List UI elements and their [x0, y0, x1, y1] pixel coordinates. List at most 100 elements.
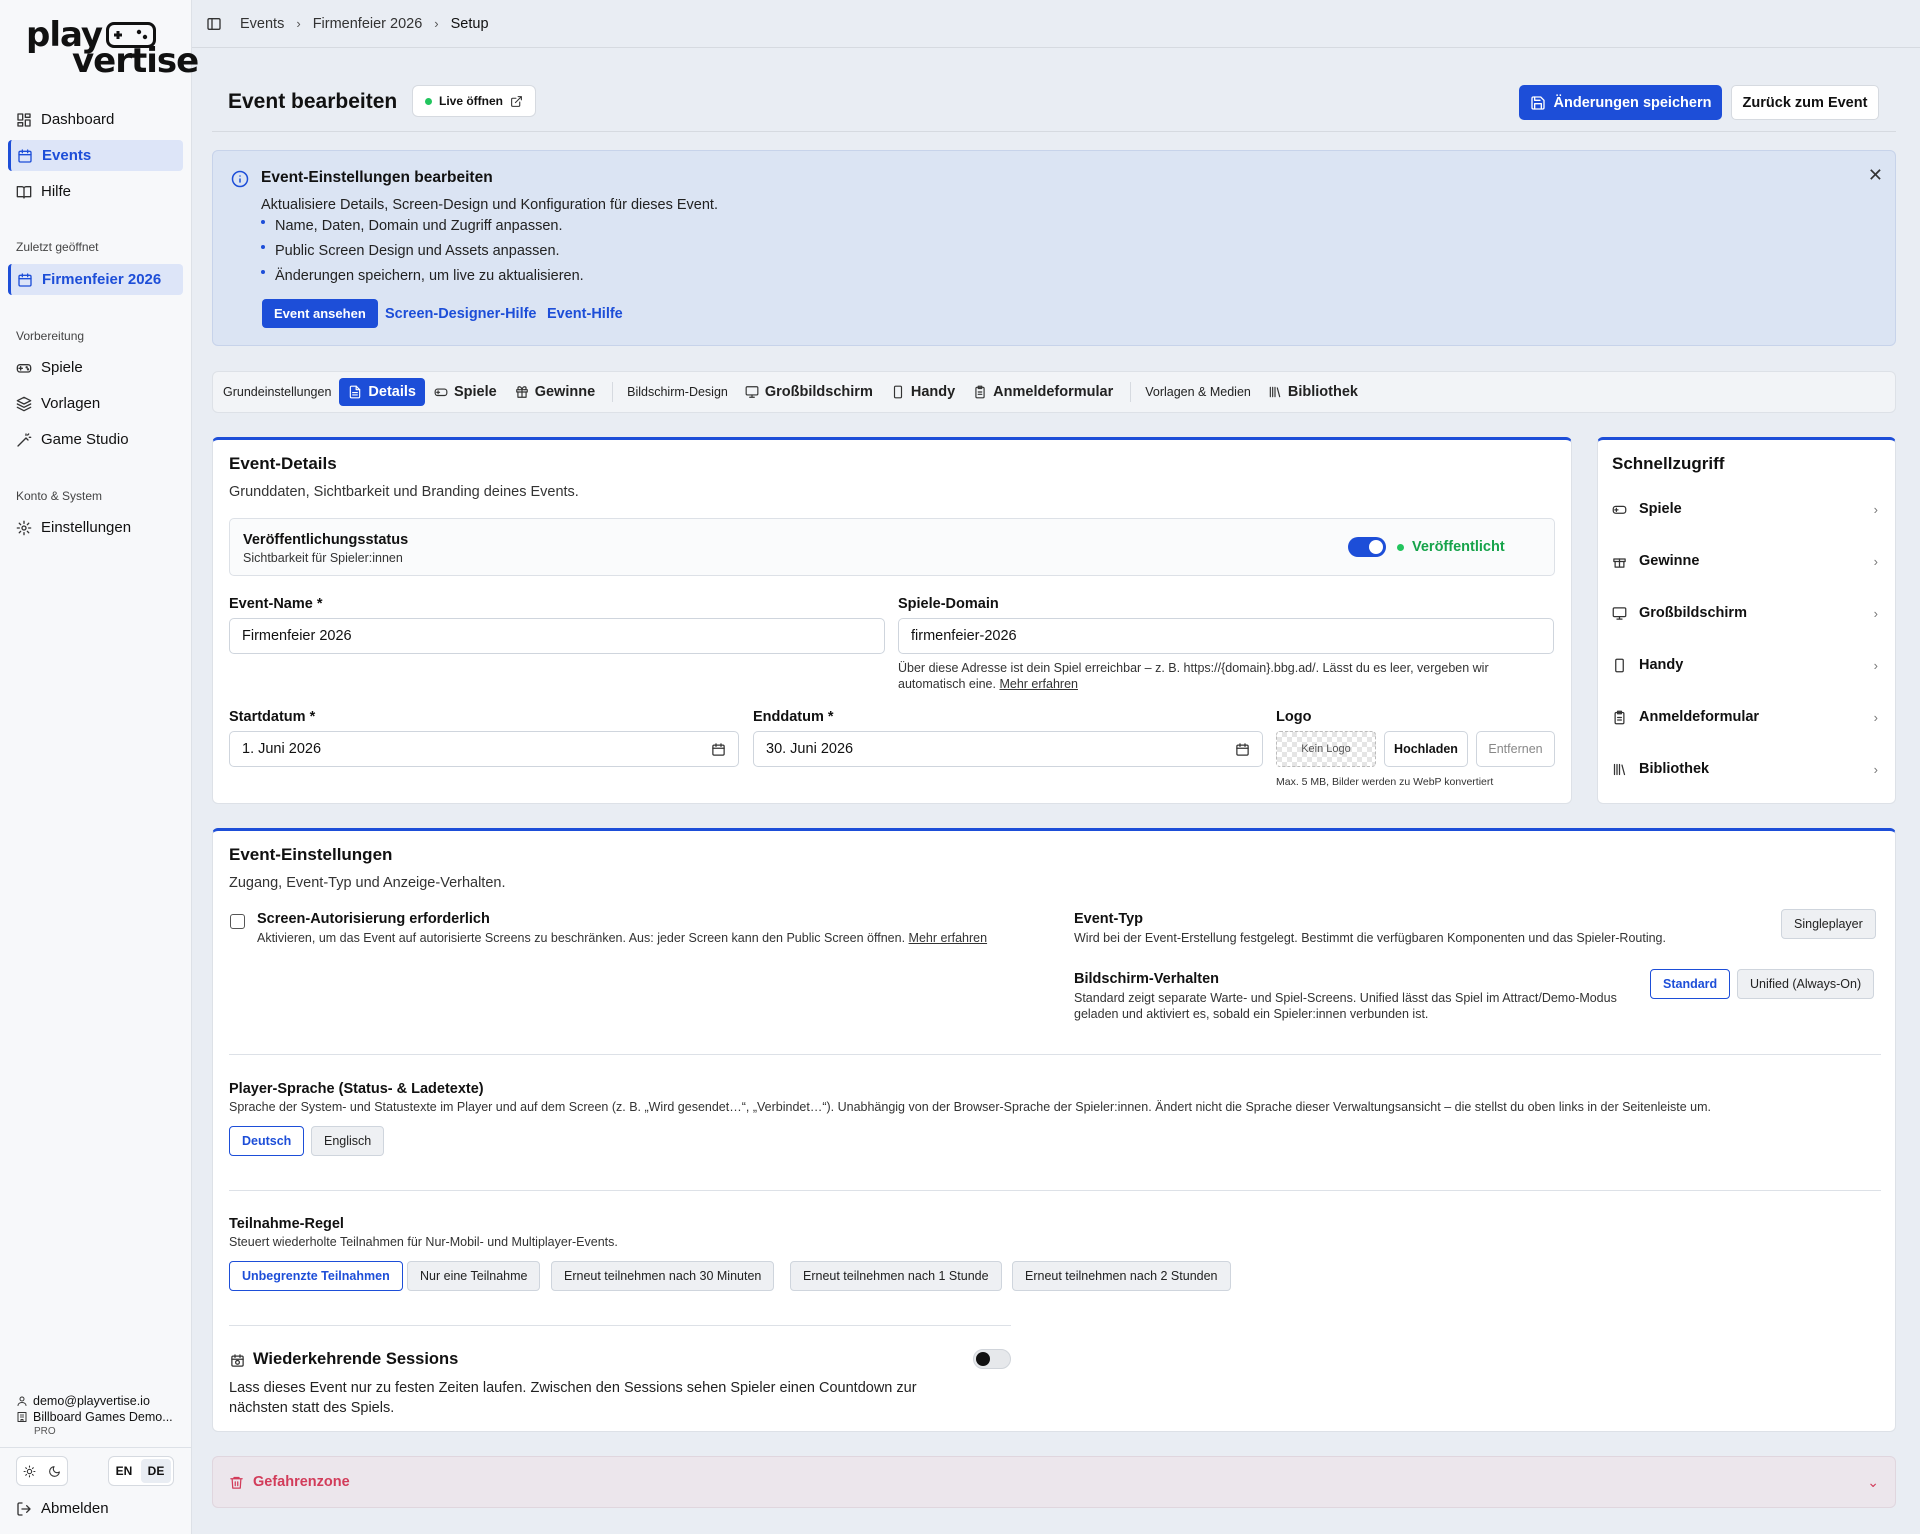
end-date-input[interactable]: 30. Juni 2026: [753, 731, 1263, 767]
tab-gewinne[interactable]: Gewinne: [506, 378, 604, 406]
account-email-text: demo@playvertise.io: [33, 1394, 150, 1408]
phone-icon: [1615, 658, 1624, 672]
quick-item-bibliothek[interactable]: Bibliothek ›: [1612, 752, 1884, 786]
sidebar-item-label: Events: [42, 147, 92, 164]
quick-item-gewinne[interactable]: Gewinne ›: [1612, 544, 1884, 578]
screen-auth-checkbox[interactable]: [230, 914, 245, 929]
info-title: Event-Einstellungen bearbeiten: [261, 169, 493, 186]
view-event-button[interactable]: Event ansehen: [262, 299, 378, 328]
upload-logo-button[interactable]: Hochladen: [1384, 731, 1468, 767]
domain-learn-more-link[interactable]: Mehr erfahren: [999, 677, 1078, 691]
sidebar-item-label: Hilfe: [41, 183, 72, 200]
calendar-icon[interactable]: [711, 742, 726, 757]
close-icon[interactable]: ✕: [1868, 165, 1883, 186]
start-date-label: Startdatum *: [229, 709, 316, 725]
gift-icon: [515, 386, 528, 398]
sidebar-item-recent-event[interactable]: Firmenfeier 2026: [8, 264, 183, 295]
behavior-unified-option[interactable]: Unified (Always-On): [1737, 969, 1875, 999]
tab-spiele[interactable]: Spiele: [425, 378, 506, 406]
quick-item-grossbildschirm[interactable]: Großbildschirm ›: [1612, 596, 1884, 630]
calendar-icon: [18, 272, 32, 287]
danger-zone-title: Gefahrenzone: [253, 1474, 350, 1490]
breadcrumb-event[interactable]: Firmenfeier 2026: [313, 16, 423, 32]
sidebar-item-events[interactable]: Events: [8, 140, 183, 171]
sidebar-item-hilfe[interactable]: Hilfe: [8, 176, 183, 207]
remove-logo-button[interactable]: Entfernen: [1476, 731, 1555, 767]
clipboard-icon: [975, 385, 985, 399]
gamepad-icon: [16, 363, 32, 373]
breadcrumb-events[interactable]: Events: [240, 16, 284, 32]
tab-anmeldeformular[interactable]: Anmeldeformular: [964, 378, 1122, 406]
playvertise-logo[interactable]: play vertise: [20, 18, 199, 80]
back-to-event-button[interactable]: Zurück zum Event: [1731, 85, 1879, 120]
language-englisch-option[interactable]: Englisch: [311, 1126, 385, 1156]
sidebar-item-label: Game Studio: [41, 431, 129, 448]
participation-30min-option[interactable]: Erneut teilnehmen nach 30 Minuten: [551, 1261, 775, 1291]
breadcrumb-current: Setup: [450, 15, 489, 32]
logout-button[interactable]: Abmelden: [16, 1500, 109, 1517]
participation-2h-option[interactable]: Erneut teilnehmen nach 2 Stunden: [1012, 1261, 1231, 1291]
domain-input[interactable]: firmenfeier-2026: [898, 618, 1554, 654]
domain-help-text: Über diese Adresse ist dein Spiel erreic…: [898, 661, 1489, 691]
start-date-input[interactable]: 1. Juni 2026: [229, 731, 739, 767]
quick-item-anmeldeformular[interactable]: Anmeldeformular ›: [1612, 700, 1884, 734]
clipboard-icon: [1614, 710, 1625, 724]
sidebar-item-game-studio[interactable]: Game Studio: [8, 424, 183, 455]
tab-bibliothek[interactable]: Bibliothek: [1259, 378, 1367, 406]
chevron-right-icon: ›: [1873, 553, 1878, 569]
sidebar-item-einstellungen[interactable]: Einstellungen: [8, 512, 183, 543]
quick-item-spiele[interactable]: Spiele ›: [1612, 492, 1884, 526]
screen-auth-learn-more-link[interactable]: Mehr erfahren: [909, 931, 988, 945]
plan-badge: PRO: [34, 1426, 56, 1437]
domain-value: firmenfeier-2026: [911, 628, 1017, 644]
library-icon: [1269, 386, 1281, 398]
tab-details[interactable]: Details: [339, 378, 425, 406]
sidebar-toggle-icon[interactable]: [206, 16, 222, 32]
event-type-badge: Singleplayer: [1781, 909, 1876, 939]
save-changes-button[interactable]: Änderungen speichern: [1519, 85, 1722, 120]
section-divider: [229, 1325, 1011, 1326]
monitor-icon: [745, 386, 759, 398]
participation-unlimited-option[interactable]: Unbegrenzte Teilnahmen: [229, 1261, 403, 1291]
tab-label: Großbildschirm: [764, 384, 873, 400]
tab-handy[interactable]: Handy: [882, 378, 964, 406]
language-deutsch-option[interactable]: Deutsch: [229, 1126, 305, 1156]
calendar-icon[interactable]: [1235, 742, 1250, 757]
lang-en-button[interactable]: EN: [109, 1459, 139, 1483]
sidebar-item-spiele[interactable]: Spiele: [8, 352, 183, 383]
player-language-description: Sprache der System- und Statustexte im P…: [229, 1100, 1712, 1114]
recurring-sessions-toggle[interactable]: [973, 1349, 1011, 1369]
chevron-right-icon: ›: [1873, 657, 1878, 673]
danger-zone[interactable]: Gefahrenzone ⌄: [212, 1456, 1896, 1508]
card-title: Schnellzugriff: [1612, 454, 1725, 473]
moon-icon[interactable]: [48, 1465, 61, 1478]
account-org[interactable]: Billboard Games Demo...: [16, 1410, 173, 1424]
participation-once-option[interactable]: Nur eine Teilnahme: [407, 1261, 541, 1291]
card-title: Event-Details: [229, 454, 337, 473]
lang-de-button[interactable]: DE: [141, 1459, 171, 1483]
event-name-input[interactable]: Firmenfeier 2026: [229, 618, 885, 654]
publish-toggle[interactable]: [1348, 537, 1386, 557]
chevron-right-icon: ›: [1873, 761, 1878, 777]
open-live-button[interactable]: Live öffnen: [412, 85, 537, 117]
sidebar-item-vorlagen[interactable]: Vorlagen: [8, 388, 183, 419]
quick-item-label: Großbildschirm: [1639, 605, 1747, 621]
info-icon: [231, 170, 249, 188]
recent-heading: Zuletzt geöffnet: [16, 240, 99, 254]
section-divider: [229, 1190, 1881, 1191]
section-divider: [229, 1054, 1881, 1055]
chevron-right-icon: ›: [296, 16, 301, 31]
tab-grossbildschirm[interactable]: Großbildschirm: [736, 378, 882, 406]
quick-item-handy[interactable]: Handy ›: [1612, 648, 1884, 682]
event-help-link[interactable]: Event-Hilfe: [547, 306, 623, 322]
tab-label: Gewinne: [534, 384, 596, 400]
end-date-label: Enddatum *: [753, 709, 834, 725]
screen-designer-help-link[interactable]: Screen-Designer-Hilfe: [385, 306, 537, 322]
tab-label: Bibliothek: [1287, 384, 1358, 400]
account-email: demo@playvertise.io: [16, 1394, 150, 1408]
sidebar-item-dashboard[interactable]: Dashboard: [8, 104, 183, 135]
behavior-standard-option[interactable]: Standard: [1650, 969, 1731, 999]
sun-icon[interactable]: [23, 1465, 36, 1478]
chevron-right-icon: ›: [434, 16, 439, 31]
participation-1h-option[interactable]: Erneut teilnehmen nach 1 Stunde: [790, 1261, 1002, 1291]
